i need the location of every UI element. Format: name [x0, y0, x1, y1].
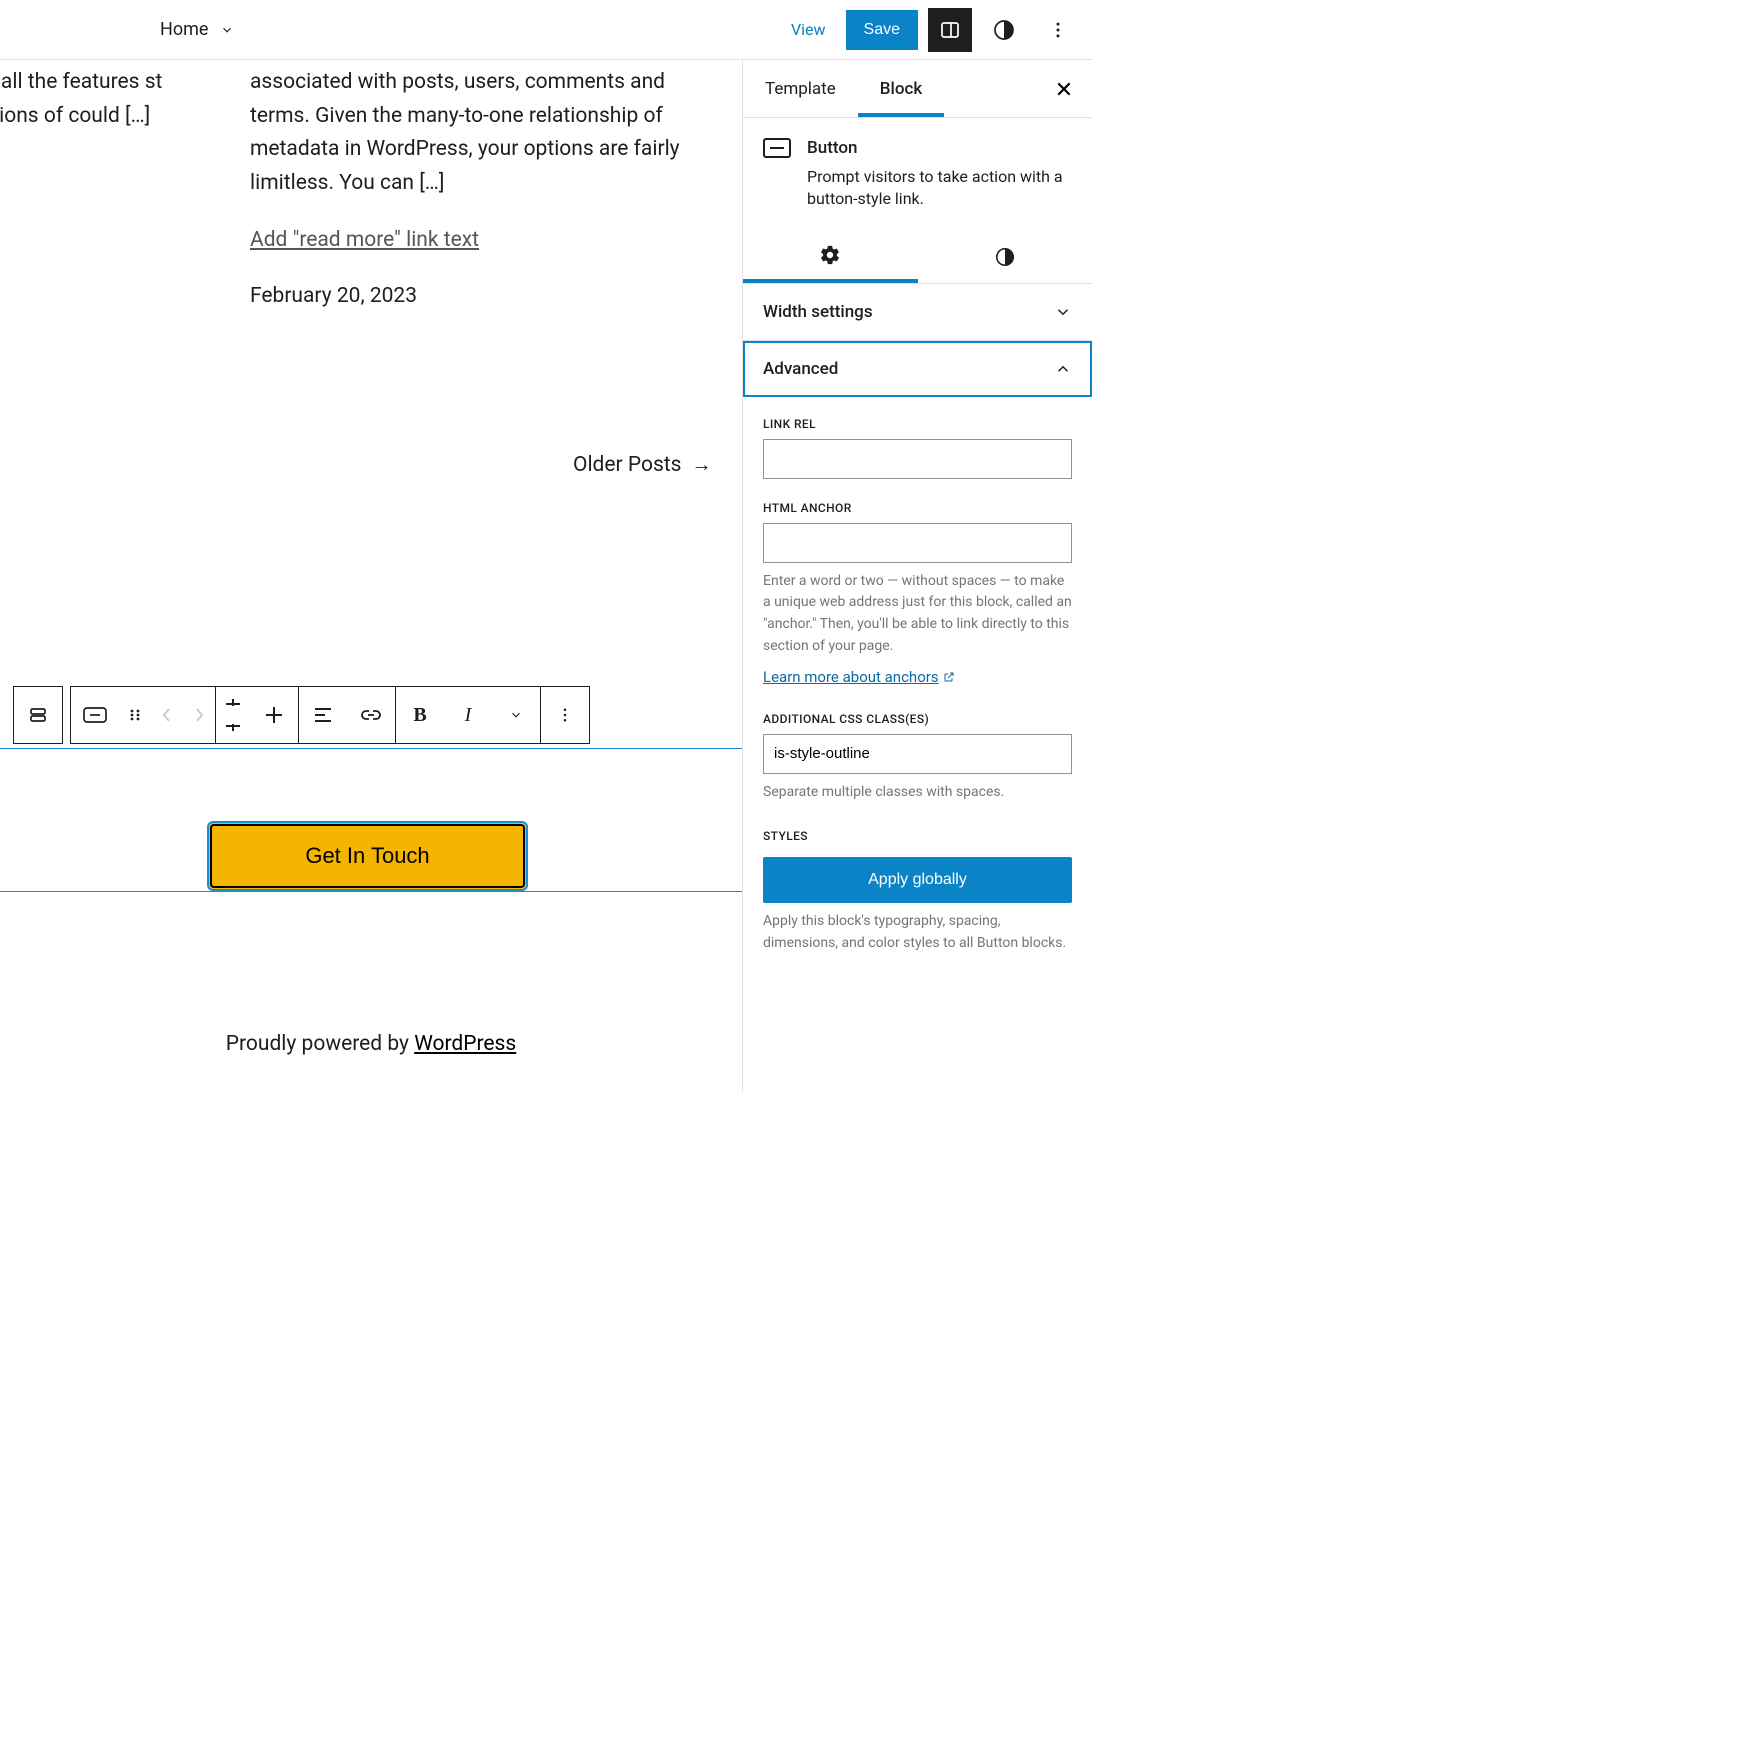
link-rel-label: LINK REL [763, 417, 1072, 431]
options-icon[interactable] [541, 687, 589, 743]
css-classes-input[interactable] [763, 734, 1072, 774]
read-more-link[interactable]: Add "read more" link text [250, 224, 479, 258]
external-link-icon [943, 671, 955, 683]
link-rel-input[interactable] [763, 439, 1072, 479]
align-icon[interactable] [299, 687, 347, 743]
learn-anchors-label: Learn more about anchors [763, 668, 939, 686]
learn-anchors-link[interactable]: Learn more about anchors [763, 668, 955, 686]
older-posts-label: Older Posts [573, 453, 682, 477]
apply-globally-button[interactable]: Apply globally [763, 857, 1072, 903]
panel-advanced-label: Advanced [763, 359, 838, 379]
italic-icon[interactable]: I [444, 687, 492, 743]
block-type-icon[interactable] [71, 687, 119, 743]
tab-block[interactable]: Block [858, 61, 944, 117]
css-classes-help: Separate multiple classes with spaces. [763, 782, 1072, 804]
block-toolbar: B I [13, 686, 590, 744]
older-posts-link[interactable]: Older Posts → [573, 452, 712, 477]
move-left-icon [151, 687, 183, 743]
block-title: Button [807, 138, 1072, 158]
move-right-icon [183, 687, 215, 743]
arrow-right-icon: → [692, 452, 712, 477]
html-anchor-input[interactable] [763, 523, 1072, 563]
nav-home[interactable]: Home [160, 19, 208, 40]
panel-width-label: Width settings [763, 302, 873, 322]
gear-icon [819, 244, 841, 266]
post-excerpt: test all the features st versions of cou… [0, 70, 162, 128]
footer-wordpress-link[interactable]: WordPress [414, 1032, 516, 1056]
apply-globally-help: Apply this block's typography, spacing, … [763, 911, 1072, 954]
chevron-down-icon[interactable] [220, 23, 234, 37]
block-description: Prompt visitors to take action with a bu… [807, 166, 1072, 211]
move-down-icon[interactable] [216, 715, 250, 743]
buttons-block-selection[interactable]: Get In Touch [0, 748, 743, 892]
sidebar-toggle-icon[interactable] [928, 8, 972, 52]
chevron-down-icon [1054, 303, 1072, 321]
move-up-icon[interactable] [216, 687, 250, 715]
drag-handle-icon[interactable] [119, 687, 151, 743]
button-block-icon [763, 138, 791, 158]
bold-icon[interactable]: B [396, 687, 444, 743]
post-date: February 20, 2023 [250, 280, 710, 314]
anchor-help-text: Enter a word or two — without spaces — t… [763, 571, 1072, 658]
tab-template[interactable]: Template [743, 61, 858, 117]
post-excerpt: associated with posts, users, comments a… [250, 70, 680, 195]
panel-advanced[interactable]: Advanced [743, 341, 1092, 397]
settings-subtab[interactable] [743, 231, 918, 283]
contrast-icon [994, 246, 1016, 268]
more-menu-icon[interactable] [1036, 8, 1080, 52]
css-classes-label: ADDITIONAL CSS CLASS(ES) [763, 712, 1072, 726]
styles-subtab[interactable] [918, 231, 1093, 283]
add-block-icon[interactable] [250, 687, 298, 743]
html-anchor-label: HTML ANCHOR [763, 501, 1072, 515]
parent-block-icon[interactable] [14, 687, 62, 743]
chevron-up-icon [1054, 360, 1072, 378]
close-icon[interactable]: ✕ [1044, 70, 1084, 110]
view-link[interactable]: View [781, 12, 836, 47]
styles-icon[interactable] [982, 8, 1026, 52]
site-footer: Proudly powered by WordPress [0, 1032, 742, 1056]
panel-width-settings[interactable]: Width settings [743, 284, 1092, 341]
styles-section-label: STYLES [763, 829, 1072, 843]
save-button[interactable]: Save [846, 10, 918, 50]
footer-prefix: Proudly powered by [226, 1032, 414, 1056]
more-rich-text-icon[interactable] [492, 687, 540, 743]
link-icon[interactable] [347, 687, 395, 743]
button-block[interactable]: Get In Touch [207, 821, 527, 891]
